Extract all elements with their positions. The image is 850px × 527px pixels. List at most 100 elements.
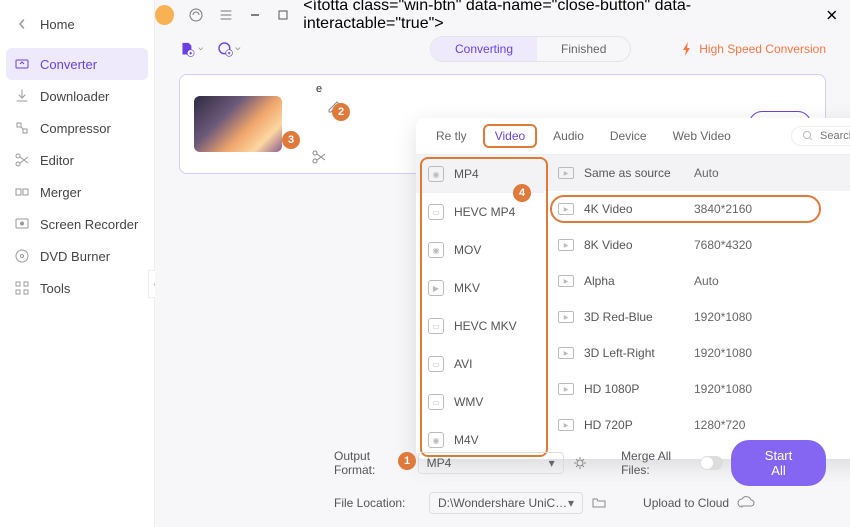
sidebar-item-label: Tools [40, 281, 70, 296]
sidebar-item-editor[interactable]: Editor [0, 144, 154, 176]
format-item-mkv[interactable]: ▶MKV [416, 269, 544, 307]
resolution-name: 3D Left-Right [584, 346, 684, 360]
search-input[interactable] [820, 130, 850, 142]
add-file-icon[interactable] [179, 37, 203, 61]
format-label: MP4 [454, 167, 479, 181]
resolution-name: 4K Video [584, 202, 684, 216]
sidebar-item-tools[interactable]: Tools [0, 272, 154, 304]
sidebar-item-merger[interactable]: Merger [0, 176, 154, 208]
resolution-name: Same as source [584, 166, 684, 180]
edit-hint-text: e [316, 83, 322, 95]
resolution-name: 3D Red-Blue [584, 310, 684, 324]
play-icon: ▶ [558, 167, 574, 179]
format-icon: ◉ [428, 242, 444, 258]
play-icon: ▶ [558, 275, 574, 287]
format-icon: ◉ [428, 166, 444, 182]
tab-web-video[interactable]: Web Video [663, 124, 741, 148]
cloud-icon[interactable] [737, 496, 753, 510]
chevron-down-icon: ▾ [549, 456, 555, 470]
hsc-label: High Speed Conversion [699, 42, 826, 56]
search-icon [802, 130, 814, 142]
play-icon: ▶ [558, 203, 574, 215]
output-format-value: MP4 [427, 456, 452, 470]
sidebar-item-label: Compressor [40, 121, 111, 136]
trim-icon[interactable] [311, 149, 327, 165]
video-thumbnail[interactable] [194, 96, 282, 152]
resolution-item-same-as-source[interactable]: ▶Same as sourceAuto [544, 155, 850, 191]
resolution-dim: 3840*2160 [694, 202, 850, 216]
tab-device[interactable]: Device [600, 124, 657, 148]
maximize-button[interactable] [276, 8, 290, 22]
format-label: HEVC MP4 [454, 205, 515, 219]
folder-icon[interactable] [591, 495, 607, 511]
sidebar-back[interactable]: Home [0, 8, 154, 40]
resolution-item-hd-1080p[interactable]: ▶HD 1080P1920*1080 [544, 371, 850, 407]
upload-label: Upload to Cloud [643, 496, 729, 510]
support-icon[interactable] [188, 7, 204, 23]
format-item-mov[interactable]: ◉ MOV [416, 231, 544, 269]
sidebar-item-downloader[interactable]: Downloader [0, 80, 154, 112]
toolbar: Converting Finished High Speed Conversio… [155, 30, 850, 68]
resolution-item-3d-left-right[interactable]: ▶3D Left-Right1920*1080 [544, 335, 850, 371]
gear-icon[interactable] [572, 455, 588, 471]
format-icon: ▭ [428, 318, 444, 334]
compress-icon [14, 120, 30, 136]
chevron-left-icon [14, 16, 30, 32]
format-icon: ▭ [428, 204, 444, 220]
format-popup: Re tly Video Audio Device Web Video ◉ MP4… [416, 118, 850, 459]
resolution-name: 8K Video [584, 238, 684, 252]
tab-finished[interactable]: Finished [537, 37, 630, 61]
format-item-wmv[interactable]: ▭WMV [416, 383, 544, 421]
file-location-label: File Location: [334, 496, 421, 510]
sidebar-item-converter[interactable]: Converter [6, 48, 148, 80]
sidebar-item-compressor[interactable]: Compressor [0, 112, 154, 144]
format-item-avi[interactable]: ▭ AVI [416, 345, 544, 383]
tab-recently[interactable]: Re tly [426, 124, 477, 148]
resolution-item-alpha[interactable]: ▶AlphaAuto [544, 263, 850, 299]
popup-tabs: Re tly Video Audio Device Web Video [416, 118, 850, 155]
format-label: MOV [454, 243, 481, 257]
add-url-icon[interactable] [217, 37, 241, 61]
callout-badge-4: 4 [513, 184, 531, 202]
format-label: AVI [454, 357, 472, 371]
format-icon: ▭ [428, 356, 444, 372]
file-location-value: D:\Wondershare UniConverter 1 [438, 496, 568, 510]
menu-icon[interactable] [218, 7, 234, 23]
start-all-button[interactable]: Start All [731, 440, 826, 486]
avatar[interactable] [155, 5, 174, 25]
callout-badge-3: 3 [282, 131, 300, 149]
output-format-select[interactable]: MP4 ▾ [418, 452, 564, 474]
resolution-list: ▶Same as sourceAuto ▶4K Video3840*2160 ▶… [544, 155, 850, 459]
format-label: MKV [454, 281, 480, 295]
resolution-name: HD 720P [584, 418, 684, 432]
bottom-bar: Output Format: MP4 ▾ Merge All Files: St… [310, 431, 850, 527]
high-speed-toggle[interactable]: High Speed Conversion [681, 42, 826, 56]
play-icon: ▶ [558, 383, 574, 395]
file-location-select[interactable]: D:\Wondershare UniConverter 1 ▾ [429, 492, 583, 514]
lightning-icon [681, 42, 693, 56]
resolution-dim: 1920*1080 [694, 382, 850, 396]
resolution-item-8k[interactable]: ▶ 8K Video 7680*4320 [544, 227, 850, 263]
disc-icon [14, 248, 30, 264]
play-icon: ▶ [558, 419, 574, 431]
tab-video[interactable]: Video [483, 124, 537, 148]
sidebar-item-label: Downloader [40, 89, 109, 104]
play-icon: ▶ [558, 239, 574, 251]
resolution-item-4k[interactable]: ▶ 4K Video 3840*2160 [544, 191, 850, 227]
topbar: <ította class="win-btn" data-name="close… [155, 0, 850, 30]
edit-actions: e [296, 83, 342, 165]
sidebar-item-dvd-burner[interactable]: DVD Burner [0, 240, 154, 272]
resolution-item-3d-red-blue[interactable]: ▶3D Red-Blue1920*1080 [544, 299, 850, 335]
play-icon: ▶ [558, 311, 574, 323]
tab-audio[interactable]: Audio [543, 124, 594, 148]
sidebar-item-label: DVD Burner [40, 249, 110, 264]
merge-toggle[interactable] [700, 456, 723, 470]
format-icon: ▭ [428, 394, 444, 410]
format-item-hevc-mkv[interactable]: ▭HEVC MKV [416, 307, 544, 345]
tab-converting[interactable]: Converting [431, 37, 537, 61]
format-search[interactable] [791, 126, 850, 146]
minimize-button[interactable] [248, 8, 262, 22]
sidebar-item-screen-recorder[interactable]: Screen Recorder [0, 208, 154, 240]
resolution-dim: 7680*4320 [694, 238, 850, 252]
resolution-dim: 1920*1080 [694, 346, 850, 360]
